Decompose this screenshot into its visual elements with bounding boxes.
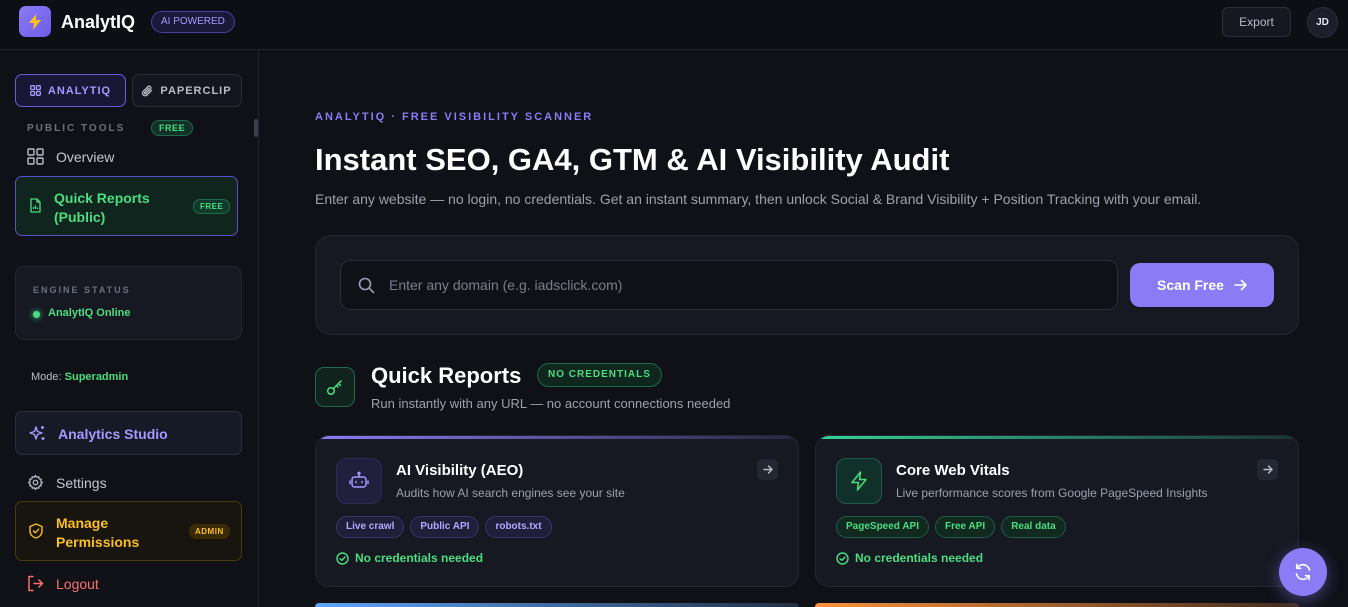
card-icon-box <box>336 458 382 504</box>
key-icon <box>326 380 342 396</box>
logo[interactable] <box>19 6 51 37</box>
arrow-right-icon <box>1234 279 1247 291</box>
sidebar-item-settings-label: Settings <box>56 474 107 491</box>
sidebar-item-quick-reports-label: Quick Reports (Public) <box>54 190 150 225</box>
check-circle-icon <box>336 551 349 565</box>
arrow-right-icon <box>1262 465 1273 474</box>
card-tag: PageSpeed API <box>836 516 929 538</box>
report-card-partial[interactable] <box>815 603 1299 607</box>
sidebar-item-analytics-studio[interactable]: Analytics Studio <box>15 411 242 455</box>
no-credentials-badge: NO CREDENTIALS <box>537 363 662 387</box>
export-button[interactable]: Export <box>1222 7 1291 37</box>
card-subtitle: Audits how AI search engines see your si… <box>396 486 625 500</box>
grid-icon <box>27 148 44 165</box>
mode-indicator: Mode: Superadmin <box>31 371 128 383</box>
tab-analytiq[interactable]: ANALYTIQ <box>15 74 126 107</box>
file-report-icon <box>30 198 41 213</box>
admin-badge: ADMIN <box>189 524 230 539</box>
card-tag: Free API <box>935 516 996 538</box>
sparkle-icon <box>29 426 45 440</box>
engine-status-card: ENGINE STATUS AnalytIQ Online <box>15 266 242 340</box>
engine-status-label: ENGINE STATUS <box>33 285 131 295</box>
tab-paperclip[interactable]: PAPERCLIP <box>132 74 242 107</box>
sidebar-item-settings[interactable]: Settings <box>27 474 107 491</box>
sidebar-item-manage-permissions[interactable]: Manage Permissions ADMIN <box>15 501 242 561</box>
paperclip-icon <box>142 85 153 96</box>
mode-label: Mode: <box>31 371 62 383</box>
lightning-icon <box>851 471 867 491</box>
gear-icon <box>27 474 44 491</box>
search-icon <box>358 277 375 294</box>
user-avatar[interactable]: JD <box>1307 7 1338 38</box>
top-bar: AnalytIQ AI POWERED Export JD <box>0 0 1348 50</box>
sidebar-item-overview-label: Overview <box>56 148 115 165</box>
card-tag: Live crawl <box>336 516 405 538</box>
page-title: Instant SEO, GA4, GTM & AI Visibility Au… <box>315 142 950 177</box>
logout-icon <box>28 575 44 592</box>
card-accent-bar <box>316 436 798 439</box>
sidebar-item-analytics-studio-label: Analytics Studio <box>58 426 168 442</box>
check-circle-icon <box>836 551 849 565</box>
sidebar-item-overview[interactable]: Overview <box>27 148 114 165</box>
report-card-core-web-vitals[interactable]: Core Web Vitals Live performance scores … <box>815 435 1299 587</box>
card-status-text: No credentials needed <box>855 551 984 565</box>
sidebar-item-manage-permissions-label: Manage Permissions <box>56 515 140 550</box>
card-tag: robots.txt <box>485 516 552 538</box>
quick-reports-title: Quick Reports <box>371 363 522 388</box>
scan-free-label: Scan Free <box>1157 277 1224 293</box>
engine-status-text: AnalytIQ Online <box>48 307 131 319</box>
card-status: No credentials needed <box>336 551 483 565</box>
grid-icon <box>29 85 41 96</box>
tab-paperclip-label: PAPERCLIP <box>160 84 232 97</box>
card-title: AI Visibility (AEO) <box>396 462 524 479</box>
card-status-text: No credentials needed <box>355 551 484 565</box>
card-status: No credentials needed <box>836 551 983 565</box>
sidebar: ANALYTIQ PAPERCLIP PUBLIC TOOLS FREE Ove… <box>0 50 259 607</box>
domain-search-input[interactable] <box>389 261 1109 309</box>
scan-free-button[interactable]: Scan Free <box>1130 263 1274 307</box>
quick-reports-subtitle: Run instantly with any URL — no account … <box>371 396 731 411</box>
card-tags: Live crawl Public API robots.txt <box>336 516 552 538</box>
refresh-fab-button[interactable] <box>1279 548 1327 596</box>
public-tools-label: PUBLIC TOOLS <box>27 123 126 134</box>
refresh-icon <box>1295 563 1311 581</box>
public-tools-free-badge: FREE <box>151 120 194 136</box>
card-icon-box <box>836 458 882 504</box>
robot-icon <box>349 471 369 488</box>
sidebar-item-logout-label: Logout <box>56 575 99 592</box>
report-card-partial[interactable] <box>315 603 799 607</box>
quick-reports-header-icon <box>315 367 355 407</box>
open-report-button[interactable] <box>1257 459 1278 480</box>
arrow-right-icon <box>762 465 773 474</box>
ai-powered-badge: AI POWERED <box>151 11 235 33</box>
card-title: Core Web Vitals <box>896 462 1010 479</box>
report-card-ai-visibility[interactable]: AI Visibility (AEO) Audits how AI search… <box>315 435 799 587</box>
sidebar-item-logout[interactable]: Logout <box>27 575 99 592</box>
quick-reports-free-badge: FREE <box>193 199 231 214</box>
brand-name: AnalytIQ <box>61 12 136 32</box>
card-tag: Public API <box>410 516 480 538</box>
card-subtitle: Live performance scores from Google Page… <box>896 486 1208 500</box>
sidebar-item-quick-reports[interactable]: Quick Reports (Public) FREE <box>15 176 238 236</box>
shield-check-icon <box>29 523 43 539</box>
open-report-button[interactable] <box>757 459 778 480</box>
page-eyebrow: ANALYTIQ · FREE VISIBILITY SCANNER <box>315 111 594 123</box>
card-accent-bar <box>816 436 1298 439</box>
card-tag: Real data <box>1001 516 1066 538</box>
mode-value: Superadmin <box>64 371 129 383</box>
domain-search-box <box>340 260 1118 310</box>
bolt-icon <box>29 13 41 30</box>
card-tags: PageSpeed API Free API Real data <box>836 516 1066 538</box>
tab-analytiq-label: ANALYTIQ <box>47 84 112 97</box>
page-subtitle: Enter any website — no login, no credent… <box>315 191 1202 207</box>
status-dot-icon <box>33 311 40 318</box>
sidebar-scrollbar[interactable] <box>254 119 258 137</box>
